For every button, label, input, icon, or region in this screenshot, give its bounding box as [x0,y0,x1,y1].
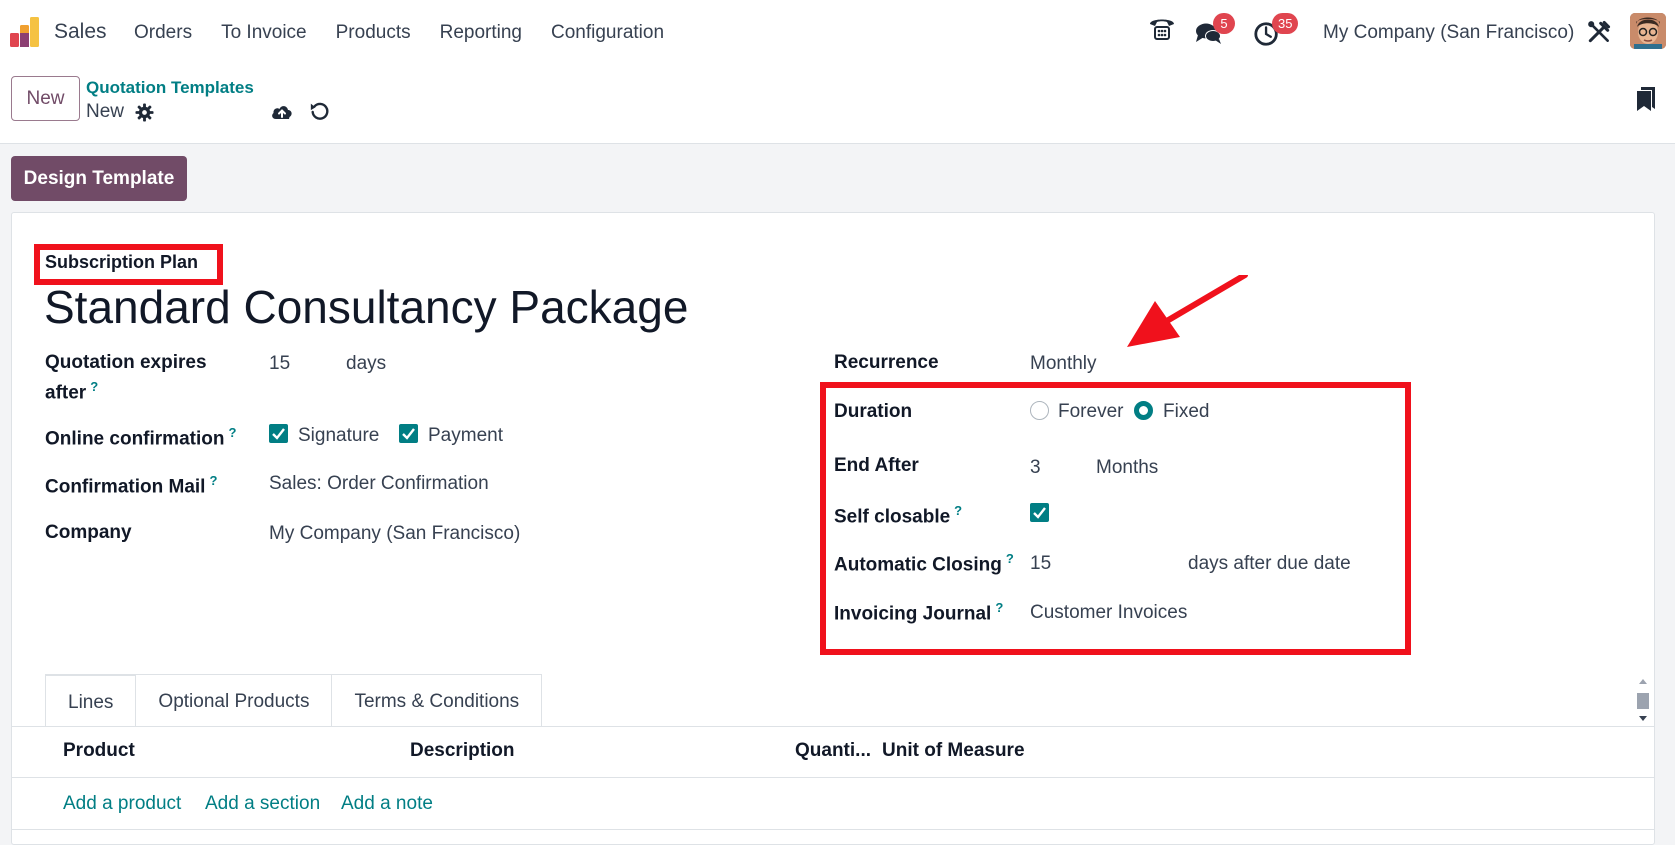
tab-optional-products[interactable]: Optional Products [136,674,333,727]
messaging-button[interactable]: 5 [1194,13,1238,50]
menu-reporting[interactable]: Reporting [440,22,522,44]
recurrence-label: Recurrence [834,352,939,373]
add-note-link[interactable]: Add a note [341,793,433,815]
app-name[interactable]: Sales [54,20,107,44]
menu-products[interactable]: Products [336,22,411,44]
confirmation-mail-field[interactable]: Sales: Order Confirmation [269,473,489,495]
user-face-icon [1630,13,1666,49]
signature-checkbox[interactable] [269,424,288,443]
table-bottom-divider [11,829,1655,830]
discard-undo-icon[interactable] [309,100,331,122]
add-section-link[interactable]: Add a section [205,793,320,815]
messages-badge: 5 [1213,13,1235,34]
tabs-divider [11,726,1655,727]
quotation-expires-label-line1: Quotation expires [45,352,207,373]
tab-lines[interactable]: Lines [45,674,137,727]
activities-badge: 35 [1272,13,1299,34]
confirmation-mail-label-text: Confirmation Mail [45,476,206,498]
tools-icon [1588,20,1611,43]
quotation-expires-unit: days [346,353,387,374]
menu-to-invoice[interactable]: To Invoice [221,22,307,44]
debug-tools-button[interactable] [1586,14,1616,50]
design-template-button[interactable]: Design Template [11,156,187,201]
save-cloud-icon[interactable] [270,100,294,124]
check-icon [402,428,415,440]
menu-orders[interactable]: Orders [134,22,192,44]
company-label: Company [45,522,132,543]
tabs-scrollbar[interactable] [1635,676,1651,724]
menu-configuration[interactable]: Configuration [551,22,664,44]
main-menu: Orders To Invoice Products Reporting Con… [134,22,664,44]
check-icon [272,428,285,440]
quotation-expires-label-line2: after [45,382,87,404]
activities-button[interactable]: 35 [1253,13,1307,50]
column-header-quantity[interactable]: Quanti... [795,740,871,762]
payment-checkbox[interactable] [399,424,418,443]
highlight-box-recurrence-settings [820,382,1411,655]
column-header-description[interactable]: Description [410,740,515,762]
payment-label: Payment [428,425,503,446]
bookmark-icon[interactable] [1636,86,1656,112]
notebook-tabs: Lines Optional Products Terms & Conditio… [45,674,543,727]
confirmation-mail-label: Confirmation Mail? [45,473,217,498]
column-header-product[interactable]: Product [63,740,135,762]
breadcrumb-quotation-templates[interactable]: Quotation Templates [86,78,254,98]
sales-app-icon[interactable] [9,16,41,48]
annotation-arrow-icon [1127,275,1248,347]
user-avatar[interactable] [1630,13,1666,49]
help-icon[interactable]: ? [228,425,236,440]
new-button[interactable]: New [11,76,80,121]
recurrence-field[interactable]: Monthly [1030,353,1097,375]
phone-icon [1150,19,1174,40]
online-confirmation-label: Online confirmation? [45,425,236,450]
gear-icon[interactable] [135,103,154,122]
company-switcher[interactable]: My Company (San Francisco) [1323,22,1574,44]
table-header-divider [11,777,1655,778]
highlight-box-subscription-label [34,244,223,285]
top-navbar: Sales Orders To Invoice Products Reporti… [0,0,1675,66]
help-icon[interactable]: ? [90,379,98,394]
help-icon[interactable]: ? [209,473,217,488]
online-confirmation-label-text: Online confirmation [45,428,225,450]
voip-phone-button[interactable] [1147,14,1177,50]
column-header-unit-of-measure[interactable]: Unit of Measure [882,740,1025,762]
company-field[interactable]: My Company (San Francisco) [269,523,520,545]
signature-label: Signature [298,425,380,446]
quotation-expires-label: Quotation expires [45,352,207,374]
control-panel: New Quotation Templates New [0,66,1675,144]
tab-terms-conditions[interactable]: Terms & Conditions [332,674,543,727]
quotation-expires-input[interactable]: 15 [269,353,290,375]
quotation-expires-label-cont: after? [45,379,98,404]
template-name-field[interactable]: Standard Consultancy Package [44,280,688,334]
add-product-link[interactable]: Add a product [63,793,181,815]
breadcrumb-current-record: New [86,101,125,122]
